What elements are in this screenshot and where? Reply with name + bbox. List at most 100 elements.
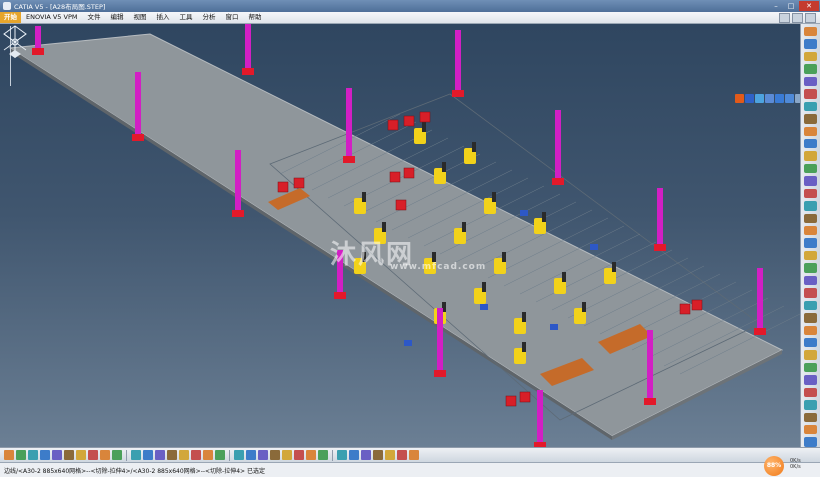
scene-icon[interactable]: [804, 288, 817, 298]
redo-icon[interactable]: [100, 450, 110, 460]
simulation-icon[interactable]: [804, 213, 817, 223]
annotation-icon[interactable]: [804, 163, 817, 174]
fit-all-icon[interactable]: [804, 350, 817, 360]
punctuation-icon[interactable]: [755, 94, 764, 103]
print-preview-icon[interactable]: [318, 450, 328, 460]
color-icon[interactable]: [385, 450, 395, 460]
cut-icon[interactable]: [52, 450, 62, 460]
movie-icon[interactable]: [804, 300, 817, 311]
minimize-button[interactable]: –: [769, 1, 783, 11]
catalog-icon[interactable]: [804, 176, 817, 186]
document-window-controls: [779, 12, 816, 23]
new-icon[interactable]: [4, 450, 14, 460]
keyboard-icon[interactable]: [775, 94, 784, 103]
copy-icon[interactable]: [64, 450, 74, 460]
clash-icon[interactable]: [804, 138, 817, 149]
menu-help[interactable]: 帮助: [243, 12, 266, 23]
voice-icon[interactable]: [765, 94, 774, 103]
language-icon[interactable]: [745, 94, 754, 103]
update-icon[interactable]: [804, 337, 817, 348]
drafting-icon[interactable]: [804, 226, 817, 236]
publish-icon[interactable]: [804, 275, 817, 286]
blue-fixture: [404, 340, 412, 346]
network-speed-badge[interactable]: 88%: [764, 456, 784, 476]
update-icon[interactable]: [409, 450, 419, 460]
menu-enovia[interactable]: ENOVIA V5 VPM: [21, 12, 82, 23]
select-icon[interactable]: [804, 27, 817, 37]
rotate-icon[interactable]: [804, 387, 817, 398]
robot-arm: [492, 192, 496, 202]
part-icon[interactable]: [804, 51, 817, 62]
assembly-icon[interactable]: [804, 64, 817, 74]
3d-viewport[interactable]: 沐风网 www.mfcad.com y↑ x→: [0, 24, 800, 447]
column-base: [644, 398, 656, 405]
save-icon[interactable]: [28, 450, 38, 460]
menu-window[interactable]: 窗口: [220, 12, 243, 23]
close-button[interactable]: ✕: [799, 1, 819, 11]
column-pillar: [647, 330, 653, 402]
menu-start[interactable]: 开始: [0, 12, 21, 23]
sogou-ime-icon[interactable]: [735, 94, 744, 103]
fit-icon[interactable]: [167, 450, 177, 460]
bom-icon[interactable]: [804, 188, 817, 199]
menu-file[interactable]: 文件: [82, 12, 105, 23]
normal-icon[interactable]: [234, 450, 244, 460]
iso-view-icon[interactable]: [804, 412, 817, 422]
maximize-button[interactable]: □: [784, 1, 798, 11]
menu-edit[interactable]: 编辑: [105, 12, 128, 23]
constraint-icon[interactable]: [804, 76, 817, 87]
render-icon[interactable]: [804, 201, 817, 211]
measure-icon[interactable]: [804, 101, 817, 112]
doc-close-button[interactable]: [805, 12, 816, 23]
section-icon[interactable]: [337, 450, 347, 460]
swap-icon[interactable]: [282, 450, 292, 460]
pan-icon[interactable]: [804, 375, 817, 385]
render-icon[interactable]: [258, 450, 268, 460]
analysis-icon[interactable]: [349, 450, 359, 460]
clash-icon[interactable]: [361, 450, 371, 460]
normal-view-icon[interactable]: [804, 400, 817, 410]
fastener-icon[interactable]: [804, 263, 817, 273]
analysis-icon[interactable]: [804, 250, 817, 261]
menu-view[interactable]: 视图: [128, 12, 151, 23]
toolbar-separator: [332, 449, 333, 461]
section-icon[interactable]: [804, 151, 817, 161]
help-icon[interactable]: [112, 450, 122, 460]
paste-icon[interactable]: [76, 450, 86, 460]
status-message: 边线/<A30-2 885x640网格>--<切除-拉伸4>/<A30-2 88…: [4, 467, 265, 475]
menu-tools[interactable]: 工具: [174, 12, 197, 23]
open-icon[interactable]: [16, 450, 26, 460]
menu-analyze[interactable]: 分析: [197, 12, 220, 23]
skin-icon[interactable]: [785, 94, 794, 103]
red-container: [691, 299, 703, 311]
formula-icon[interactable]: [131, 450, 141, 460]
hide-show-icon[interactable]: [804, 425, 817, 435]
catalog-icon[interactable]: [306, 450, 316, 460]
undo-icon[interactable]: [88, 450, 98, 460]
zoom-in-icon[interactable]: [203, 450, 213, 460]
material-icon[interactable]: [397, 450, 407, 460]
print-icon[interactable]: [40, 450, 50, 460]
rotate-icon[interactable]: [191, 450, 201, 460]
kinematics-icon[interactable]: [804, 313, 817, 323]
doc-restore-button[interactable]: [792, 12, 803, 23]
hide-icon[interactable]: [270, 450, 280, 460]
view-icon[interactable]: [246, 450, 256, 460]
shape-icon[interactable]: [804, 238, 817, 248]
compass-icon[interactable]: [0, 24, 30, 62]
manipulate-icon[interactable]: [804, 114, 817, 124]
explode-icon[interactable]: [804, 126, 817, 136]
snap-icon[interactable]: [804, 89, 817, 99]
sketch-icon[interactable]: [804, 39, 817, 49]
distance-icon[interactable]: [373, 450, 383, 460]
zoom-out-icon[interactable]: [215, 450, 225, 460]
swap-icon[interactable]: [804, 437, 817, 447]
tolerance-icon[interactable]: [804, 325, 817, 335]
measure-icon[interactable]: [294, 450, 304, 460]
zoom-icon[interactable]: [804, 362, 817, 373]
grid-icon[interactable]: [155, 450, 165, 460]
menu-insert[interactable]: 插入: [151, 12, 174, 23]
pan-icon[interactable]: [179, 450, 189, 460]
doc-minimize-button[interactable]: [779, 12, 790, 23]
comment-icon[interactable]: [143, 450, 153, 460]
